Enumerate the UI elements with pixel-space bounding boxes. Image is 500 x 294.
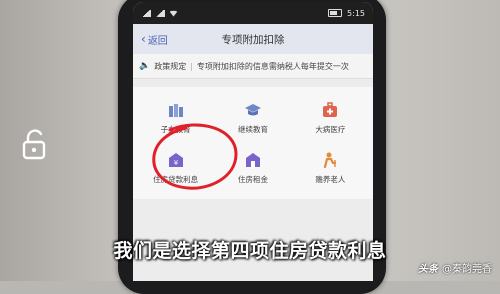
policy-notice[interactable]: 🔈 政策规定 | 专项附加扣除的信息需纳税人每年提交一次 (133, 54, 373, 79)
battery-icon (328, 9, 343, 17)
nav-bar: ‹ 返回 专项附加扣除 (133, 24, 373, 54)
tile-continuing-education[interactable]: 继续教育 (214, 93, 291, 143)
tile-label: 子女教育 (160, 125, 191, 134)
notice-label: 政策规定 (154, 61, 187, 71)
tile-label: 住房租金 (237, 175, 268, 184)
tile-label: 大病医疗 (315, 125, 346, 134)
medical-kit-icon (323, 102, 338, 117)
status-time: 5:15 (347, 8, 365, 18)
speaker-icon: 🔈 (139, 61, 151, 71)
tile-label: 继续教育 (237, 125, 268, 134)
notice-text: 专项附加扣除的信息需纳税人每年提交一次 (196, 61, 349, 71)
graduation-cap-icon (244, 104, 261, 116)
tile-housing-loan-interest[interactable]: ¥ 住房贷款利息 (137, 143, 214, 193)
signal-icon-2 (155, 9, 165, 17)
tile-housing-rent[interactable]: 住房租金 (214, 143, 291, 193)
watermark-author: @秦韵莞香 (442, 264, 492, 275)
back-button[interactable]: ‹ 返回 (141, 32, 168, 47)
back-label: 返回 (147, 35, 168, 47)
deduction-grid: 子女教育 继续教育 大病医疗 ¥ 住房贷款利息 住房租金 赡养老人 (133, 87, 373, 199)
tile-elderly-support[interactable]: 赡养老人 (292, 143, 369, 193)
status-bar: 5:15 (133, 2, 373, 24)
tile-label: 赡养老人 (315, 175, 346, 184)
notice-separator: | (190, 61, 193, 71)
house-rent-icon (245, 153, 260, 167)
chevron-left-icon: ‹ (141, 32, 146, 46)
subtitle-caption: 我们是选择第四项住房贷款利息 (113, 240, 387, 262)
tile-children-education[interactable]: 子女教育 (137, 93, 214, 143)
watermark: 头条 @秦韵莞香 (418, 260, 492, 275)
watermark-brand: 头条 (418, 264, 438, 275)
tile-label: 住房贷款利息 (153, 175, 199, 184)
signal-icon (141, 9, 151, 17)
house-loan-icon: ¥ (168, 153, 183, 167)
children-education-icon (168, 104, 183, 117)
wifi-icon (169, 10, 178, 17)
unlock-icon (22, 129, 46, 160)
tile-major-illness[interactable]: 大病医疗 (292, 93, 369, 143)
svg-text:¥: ¥ (173, 159, 178, 167)
page-title: 专项附加扣除 (221, 33, 285, 46)
elderly-care-icon (324, 152, 337, 169)
